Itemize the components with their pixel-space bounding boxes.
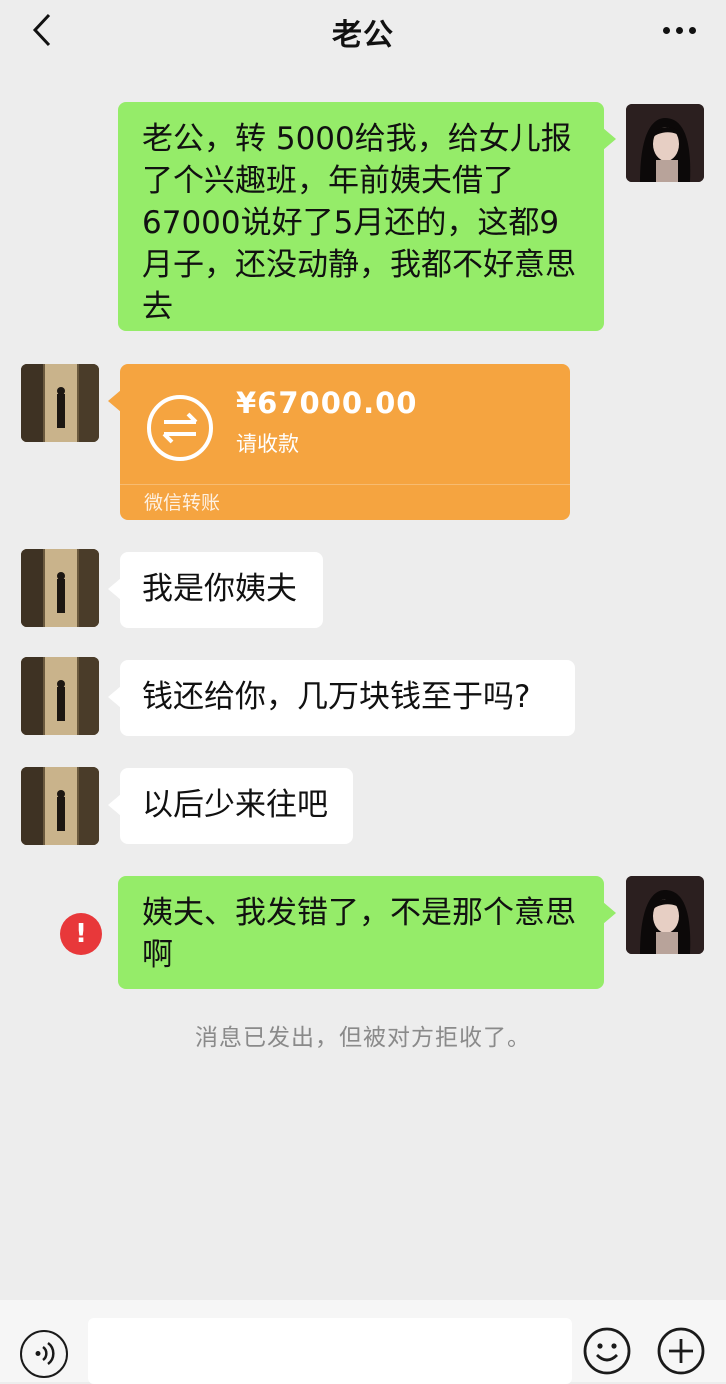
transfer-status: 请收款 xyxy=(236,432,299,456)
plus-circle-icon xyxy=(657,1327,705,1375)
emoji-button[interactable] xyxy=(582,1326,632,1376)
more-dot-icon xyxy=(675,26,683,34)
message-text: 老公，转 5000给我，给女儿报了个兴趣班，年前姨夫借了67000说好了5月还的… xyxy=(142,121,576,325)
message-text: 以后少来往吧 xyxy=(142,787,328,823)
my-avatar[interactable] xyxy=(626,876,704,954)
more-dot-icon xyxy=(662,26,670,34)
voice-input-button[interactable] xyxy=(20,1330,68,1378)
more-dot-icon xyxy=(688,26,696,34)
transfer-label: 微信转账 xyxy=(144,492,221,514)
message-text: 我是你姨夫 xyxy=(142,571,297,607)
transfer-divider xyxy=(120,484,570,485)
message-input[interactable] xyxy=(88,1318,572,1384)
message-bubble[interactable]: 姨夫、我发错了，不是那个意思啊 xyxy=(118,876,616,989)
contact-avatar[interactable] xyxy=(21,657,99,735)
transfer-amount: ¥67000.00 xyxy=(236,386,418,420)
message-text: 钱还给你，几万块钱至于吗? xyxy=(142,679,531,715)
contact-avatar[interactable] xyxy=(21,364,99,442)
message-bubble[interactable]: 钱还给你，几万块钱至于吗? xyxy=(108,660,575,736)
contact-avatar[interactable] xyxy=(21,549,99,627)
message-text: 姨夫、我发错了，不是那个意思啊 xyxy=(142,895,576,973)
transfer-card[interactable]: ¥67000.00 请收款 微信转账 xyxy=(108,364,570,520)
more-functions-button[interactable] xyxy=(656,1326,706,1376)
send-failed-icon[interactable]: ! xyxy=(60,913,102,955)
system-notice: 消息已发出，但被对方拒收了。 xyxy=(195,1025,531,1051)
message-bubble[interactable]: 以后少来往吧 xyxy=(108,768,353,844)
message-bubble[interactable]: 老公，转 5000给我，给女儿报了个兴趣班，年前姨夫借了67000说好了5月还的… xyxy=(118,102,616,331)
transfer-icon xyxy=(147,395,213,461)
chat-title: 老公 xyxy=(332,18,394,53)
more-options-button[interactable] xyxy=(654,12,704,48)
chat-header: 老公 xyxy=(0,0,726,62)
my-avatar[interactable] xyxy=(626,104,704,182)
voice-icon xyxy=(35,1341,55,1366)
contact-avatar[interactable] xyxy=(21,767,99,845)
message-bubble[interactable]: 我是你姨夫 xyxy=(108,552,323,628)
smiley-icon xyxy=(583,1327,631,1375)
input-bar xyxy=(0,1300,726,1384)
